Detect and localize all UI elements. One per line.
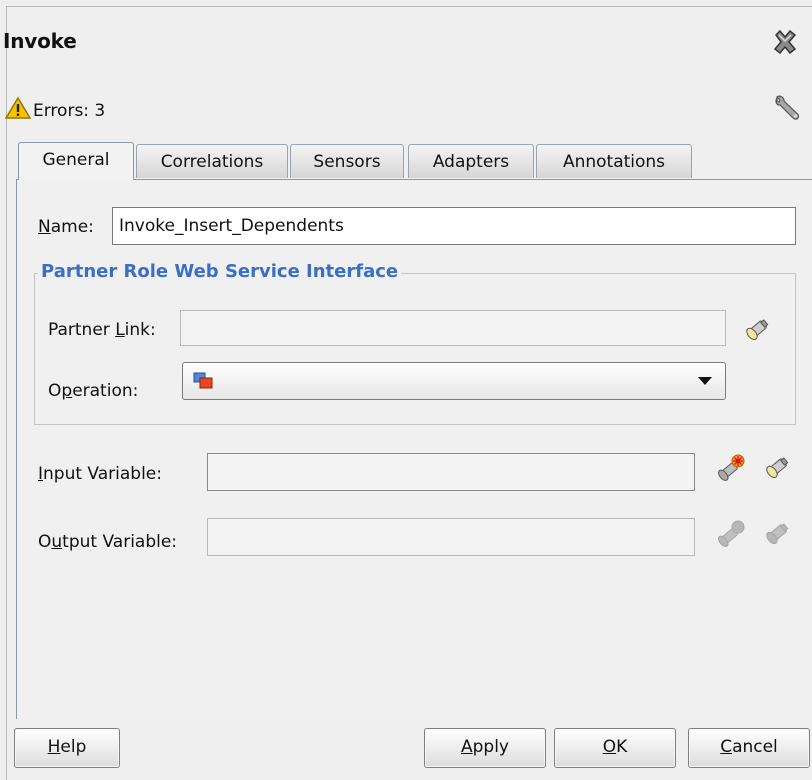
input-variable-label: Input Variable: (38, 464, 162, 484)
tab-annotations[interactable]: Annotations (536, 144, 692, 178)
operation-icon (193, 371, 215, 391)
chevron-down-icon[interactable] (697, 376, 713, 386)
operation-select[interactable] (182, 362, 726, 400)
group-title: Partner Role Web Service Interface (38, 261, 402, 282)
ok-button[interactable]: OK (554, 728, 676, 768)
name-label: Name: (38, 217, 94, 237)
tab-general[interactable]: General (18, 142, 134, 180)
errors-count[interactable]: Errors: 3 (33, 101, 105, 121)
output-variable-label: Output Variable: (38, 532, 178, 552)
create-variable-icon[interactable] (714, 452, 748, 484)
help-button[interactable]: Help (14, 728, 120, 768)
tab-adapters[interactable]: Adapters (408, 144, 534, 178)
wrench-icon[interactable] (771, 92, 803, 124)
partner-role-groupbox (34, 273, 796, 425)
operation-label: Operation: (48, 381, 139, 401)
cancel-button[interactable]: Cancel (688, 728, 810, 768)
dialog-title: Invoke (3, 29, 77, 53)
apply-button[interactable]: Apply (424, 728, 546, 768)
tab-sensors[interactable]: Sensors (290, 144, 404, 178)
tab-correlations[interactable]: Correlations (136, 144, 288, 178)
flashlight-icon[interactable] (742, 314, 772, 344)
input-variable-field[interactable] (207, 453, 695, 491)
name-field[interactable]: Invoke_Insert_Dependents (112, 207, 796, 245)
general-tab-panel (16, 179, 812, 719)
flashlight-icon (762, 518, 792, 548)
create-variable-icon (714, 518, 748, 550)
close-icon[interactable] (770, 27, 800, 57)
partner-link-field[interactable] (180, 310, 726, 346)
flashlight-icon[interactable] (762, 452, 792, 482)
warning-icon (5, 96, 31, 120)
output-variable-field (207, 518, 695, 556)
partner-link-label: Partner Link: (48, 320, 156, 340)
